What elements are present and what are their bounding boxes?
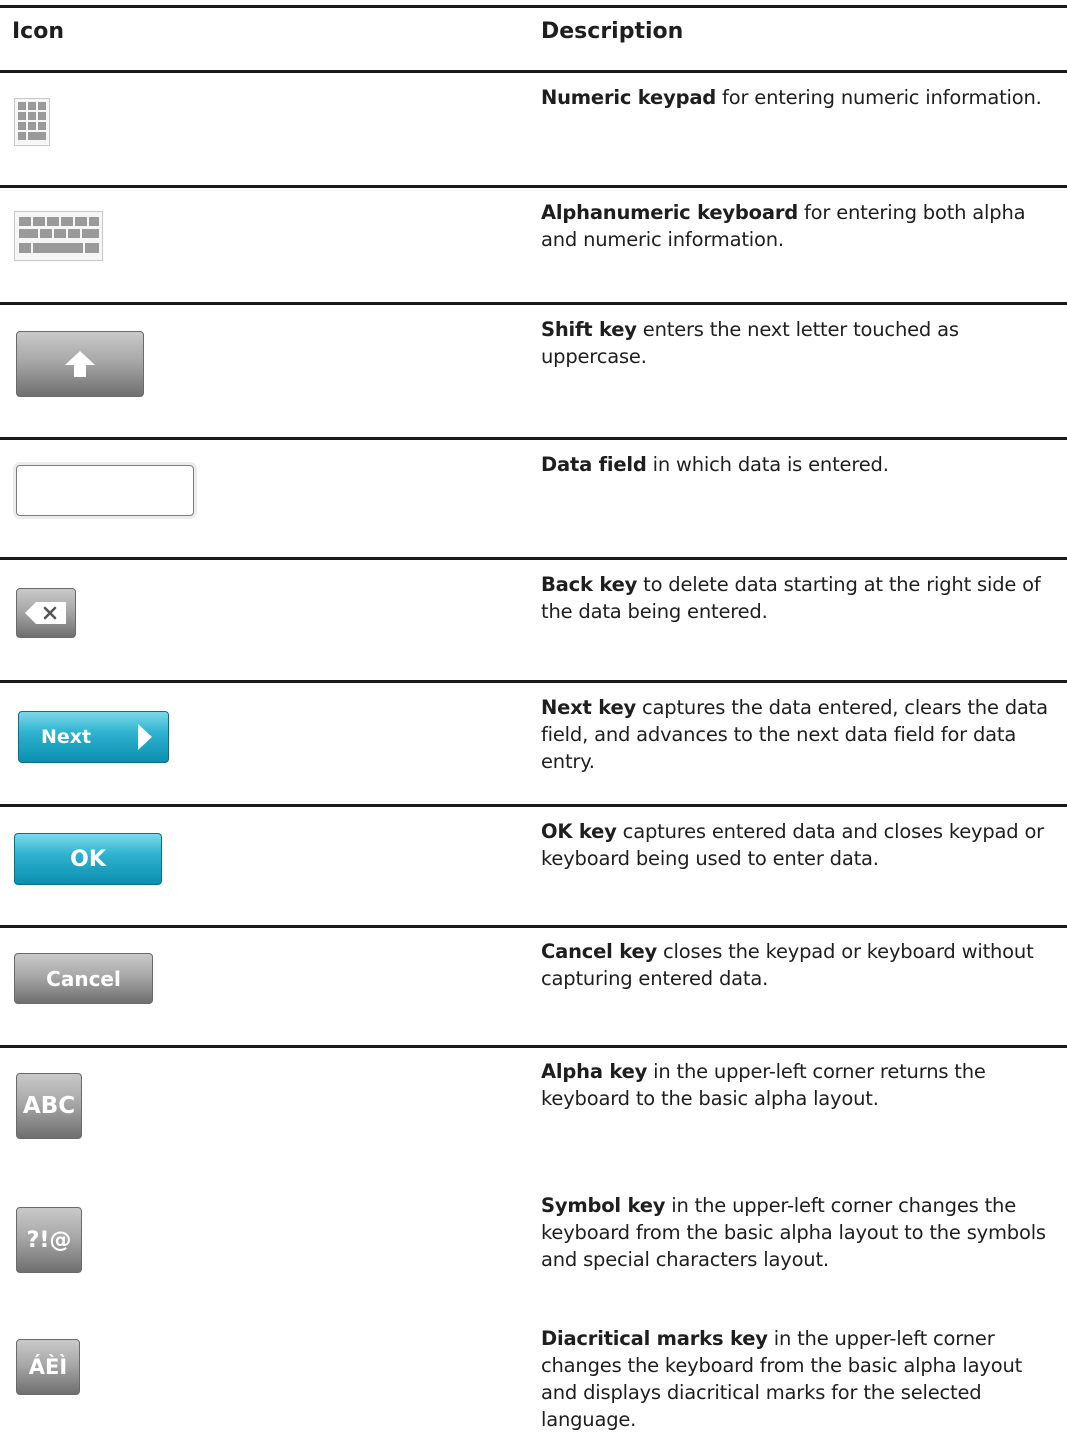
backspace-icon (25, 602, 66, 624)
row-description: Alpha key in the upper-left corner retur… (541, 1058, 1061, 1112)
term: Cancel key (541, 940, 657, 963)
symbol-key-icon: ?!@ (16, 1207, 82, 1273)
term: Alpha key (541, 1060, 648, 1083)
back-key-icon (16, 588, 76, 638)
term: Numeric keypad (541, 86, 717, 109)
row-divider (0, 70, 1067, 73)
data-field-icon (16, 465, 194, 516)
row-description: OK key captures entered data and closes … (541, 818, 1061, 872)
term: Diacritical marks key (541, 1327, 768, 1350)
term-definition: in which data is entered. (646, 453, 889, 476)
row-description: Symbol key in the upper-left corner chan… (541, 1192, 1061, 1273)
term: OK key (541, 820, 617, 843)
row-divider (0, 925, 1067, 928)
row-divider (0, 680, 1067, 683)
row-divider (0, 185, 1067, 188)
diacritical-key-label: ÁÈÌ (28, 1355, 68, 1379)
term: Alphanumeric keyboard (541, 201, 799, 224)
row-divider (0, 804, 1067, 807)
row-divider (0, 302, 1067, 305)
up-arrow-icon (65, 351, 95, 377)
term-definition: for entering numeric information. (716, 86, 1042, 109)
diacritical-key-icon: ÁÈÌ (16, 1339, 80, 1395)
cancel-key-label: Cancel (46, 966, 121, 991)
column-header-icon: Icon (12, 19, 65, 44)
alphanumeric-keyboard-icon (14, 211, 103, 261)
row-description: Data field in which data is entered. (541, 451, 1061, 478)
term: Back key (541, 573, 638, 596)
term: Data field (541, 453, 647, 476)
row-description: Next key captures the data entered, clea… (541, 694, 1061, 775)
term: Next key (541, 696, 637, 719)
shift-key-icon (16, 331, 144, 397)
term: Symbol key (541, 1194, 666, 1217)
row-divider (0, 437, 1067, 440)
alpha-key-label: ABC (22, 1093, 76, 1119)
column-header-description: Description (541, 19, 684, 44)
symbol-key-label: ?!@ (26, 1227, 72, 1253)
next-key-label: Next (41, 726, 92, 748)
cancel-key-icon: Cancel (14, 953, 153, 1004)
term-definition: captures entered data and closes keypad … (541, 820, 1045, 870)
row-description: Alphanumeric keyboard for entering both … (541, 199, 1061, 253)
row-divider (0, 1045, 1067, 1048)
next-key-icon: Next (18, 711, 169, 763)
chevron-right-icon (138, 724, 153, 750)
table-top-rule (0, 5, 1067, 8)
ok-key-label: OK (70, 846, 106, 872)
icon-description-table: Icon Description Numeric keypad for ente… (0, 0, 1067, 1451)
numeric-keypad-icon (14, 98, 50, 146)
ok-key-icon: OK (14, 833, 162, 885)
row-divider (0, 557, 1067, 560)
row-description: Diacritical marks key in the upper-left … (541, 1325, 1061, 1433)
row-description: Cancel key closes the keypad or keyboard… (541, 938, 1061, 992)
row-description: Back key to delete data starting at the … (541, 571, 1061, 625)
row-description: Shift key enters the next letter touched… (541, 316, 1061, 370)
alpha-key-icon: ABC (16, 1073, 82, 1139)
row-description: Numeric keypad for entering numeric info… (541, 84, 1061, 111)
term: Shift key (541, 318, 637, 341)
